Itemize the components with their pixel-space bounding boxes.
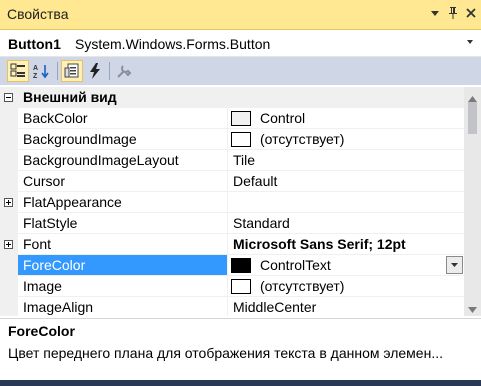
property-row[interactable]: Cursor Default (0, 171, 464, 192)
object-type: System.Windows.Forms.Button (75, 36, 271, 52)
window-title: Свойства (7, 6, 69, 22)
pin-icon[interactable] (446, 6, 460, 22)
property-value-cell[interactable]: Default (228, 171, 464, 192)
property-toolbar: A Z (0, 57, 481, 85)
row-gutter (0, 150, 18, 171)
row-gutter (0, 108, 18, 129)
scroll-up-icon[interactable] (467, 90, 478, 102)
row-gutter (0, 297, 18, 316)
property-row[interactable]: ImageAlign MiddleCenter (0, 297, 464, 316)
color-swatch (231, 111, 251, 126)
close-icon[interactable] (464, 6, 478, 22)
title-bar: Свойства (0, 0, 481, 30)
property-grid: Внешний вид BackColor Control BackgroundIm… (0, 87, 464, 316)
categorized-icon[interactable] (7, 60, 29, 82)
property-row[interactable]: Font Microsoft Sans Serif; 12pt (0, 234, 464, 255)
property-name[interactable]: BackColor (18, 108, 228, 129)
property-value: Control (260, 110, 306, 126)
vertical-scrollbar[interactable] (464, 87, 481, 316)
property-row[interactable]: ForeColor ControlText (0, 255, 464, 276)
description-title: ForeColor (8, 323, 75, 339)
row-gutter (0, 192, 18, 213)
row-gutter (0, 276, 18, 297)
alphabetical-icon[interactable]: A Z (31, 60, 53, 82)
scroll-down-icon[interactable] (467, 301, 478, 313)
color-swatch (231, 132, 251, 147)
scroll-thumb[interactable] (468, 102, 477, 134)
property-value-cell[interactable]: Microsoft Sans Serif; 12pt (228, 234, 464, 255)
property-name[interactable]: Font (18, 234, 228, 255)
property-row[interactable]: BackgroundImageLayout Tile (0, 150, 464, 171)
category-row[interactable]: Внешний вид (0, 87, 464, 108)
svg-text:A: A (33, 65, 38, 72)
property-name[interactable]: ForeColor (18, 255, 228, 276)
description-panel: ForeColor Цвет переднего плана для отобр… (0, 318, 481, 381)
toolbar-separator (57, 62, 58, 80)
property-value: (отсутствует) (260, 278, 345, 294)
color-swatch (231, 279, 251, 294)
row-gutter (0, 213, 18, 234)
row-gutter (0, 129, 18, 150)
property-value-cell[interactable]: (отсутствует) (228, 129, 464, 150)
expand-icon[interactable] (4, 240, 13, 249)
expand-icon[interactable] (4, 198, 13, 207)
toolbar-separator (109, 62, 110, 80)
collapse-icon[interactable] (4, 93, 13, 102)
property-value-cell[interactable]: (отсутствует) (228, 276, 464, 297)
value-dropdown-button[interactable] (446, 256, 463, 274)
property-value: (отсутствует) (260, 131, 345, 147)
property-row[interactable]: FlatStyle Standard (0, 213, 464, 234)
category-label: Внешний вид (23, 89, 117, 105)
property-value: Standard (233, 215, 290, 231)
property-row[interactable]: BackColor Control (0, 108, 464, 129)
property-pages-icon[interactable] (113, 60, 135, 82)
object-selector[interactable]: Button1 System.Windows.Forms.Button (0, 30, 481, 57)
property-value: MiddleCenter (233, 299, 317, 315)
object-name: Button1 (8, 36, 61, 52)
property-name[interactable]: Cursor (18, 171, 228, 192)
property-value-cell[interactable]: Standard (228, 213, 464, 234)
property-name[interactable]: ImageAlign (18, 297, 228, 316)
row-gutter (0, 234, 18, 255)
property-name[interactable]: FlatStyle (18, 213, 228, 234)
property-name[interactable]: BackgroundImageLayout (18, 150, 228, 171)
property-value-cell[interactable]: Tile (228, 150, 464, 171)
property-name[interactable]: Image (18, 276, 228, 297)
property-name[interactable]: BackgroundImage (18, 129, 228, 150)
property-row[interactable]: Image (отсутствует) (0, 276, 464, 297)
object-selector-dropdown-icon[interactable] (466, 38, 476, 48)
property-value: Microsoft Sans Serif; 12pt (233, 236, 406, 252)
property-value-cell[interactable] (228, 192, 464, 213)
svg-text:Z: Z (33, 73, 38, 79)
property-value-cell[interactable]: Control (228, 108, 464, 129)
property-row[interactable]: BackgroundImage (отсутствует) (0, 129, 464, 150)
property-name[interactable]: FlatAppearance (18, 192, 228, 213)
property-value: Tile (233, 152, 256, 168)
row-gutter (0, 171, 18, 192)
property-value-cell[interactable]: MiddleCenter (228, 297, 464, 316)
description-text: Цвет переднего плана для отображения тек… (8, 345, 443, 361)
events-icon[interactable] (84, 60, 106, 82)
property-value-cell[interactable]: ControlText (228, 255, 464, 276)
property-row[interactable]: FlatAppearance (0, 192, 464, 213)
property-value: ControlText (260, 257, 331, 273)
color-swatch (231, 258, 251, 273)
window-bottom-border (0, 380, 481, 386)
properties-icon[interactable] (61, 60, 83, 82)
property-value: Default (233, 173, 278, 189)
row-gutter (0, 255, 18, 276)
dropdown-triangle-icon[interactable] (428, 6, 442, 22)
